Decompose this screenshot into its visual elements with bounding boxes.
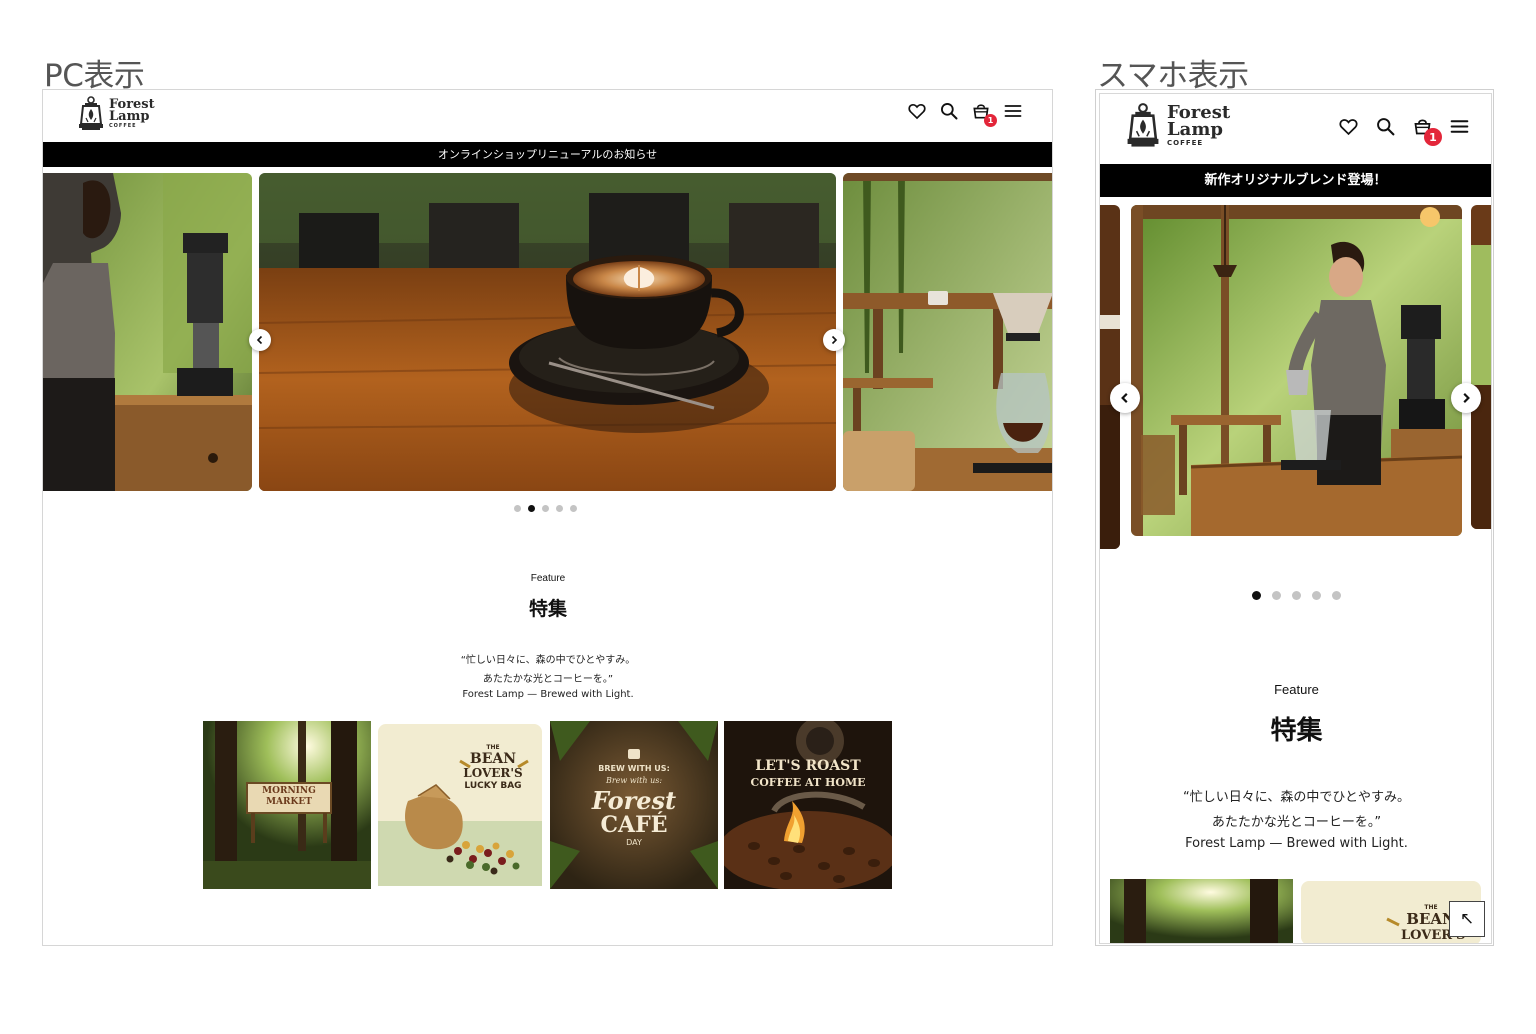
feature-title: 特集 (528, 598, 567, 620)
tile-text-lovers: LOVER'S (463, 766, 523, 780)
sp-brand-logo[interactable]: Forest Lamp COFFEE (1125, 102, 1230, 150)
tile-text-cafe: CAFÉ (600, 812, 668, 838)
sp-carousel-dot-1[interactable] (1252, 591, 1261, 600)
feature-tile-bean-lovers[interactable]: THE BEAN LOVER'S LUCKY BAG (378, 721, 542, 889)
feature-tile-forest-cafe[interactable]: BREW WITH US: Brew with us: Forest CAFÉ … (550, 721, 718, 889)
sp-chevron-right-icon (1463, 393, 1470, 403)
tile-text-bean: BEAN (469, 751, 517, 767)
sp-feature-eyebrow: Feature (1274, 682, 1319, 697)
sp-carousel-prev-button[interactable] (1110, 383, 1140, 413)
sp-feature-quote-line-3: Forest Lamp — Brewed with Light. (1185, 836, 1408, 851)
tile-text-morning: MORNING (262, 786, 316, 796)
brand-name-line2: Lamp (109, 109, 150, 124)
tile-text-coffee-at-home: COFFEE AT HOME (750, 776, 866, 789)
carousel-dot-1[interactable] (514, 505, 521, 512)
pc-preview-frame: Forest Lamp COFFEE 1 オンラインショップリニューアルのお知ら… (42, 89, 1053, 946)
sp-carousel-next-button[interactable] (1451, 383, 1481, 413)
sp-feature-quote-line-1: “忙しい日々に、森の中でひとやすみ。 (1183, 790, 1410, 805)
cart-icon[interactable]: 1 (971, 101, 997, 127)
sp-lantern-icon (1127, 103, 1159, 147)
sp-carousel-slide-prev[interactable] (1100, 205, 1120, 549)
sp-carousel-slide-next[interactable] (1471, 205, 1491, 529)
sp-brand-name-line2: Lamp (1167, 119, 1223, 140)
carousel-slide-active[interactable] (259, 173, 836, 491)
feature-tile-lets-roast[interactable]: LET'S ROAST COFFEE AT HOME (724, 721, 892, 889)
sp-chevron-left-icon (1121, 393, 1128, 403)
sp-carousel-dot-4[interactable] (1312, 591, 1321, 600)
notice-text: オンラインショップリニューアルのお知らせ (437, 148, 658, 161)
sp-notice-bar[interactable]: 新作オリジナルブレンド登場！ (1100, 164, 1491, 197)
sp-carousel-dot-2[interactable] (1272, 591, 1281, 600)
feature-eyebrow: Feature (530, 573, 566, 584)
tile-text-lets-roast: LET'S ROAST (755, 758, 861, 774)
menu-icon[interactable] (1003, 101, 1023, 121)
feature-quote-line-2: あたたかな光とコーヒーを。” (482, 674, 614, 685)
carousel-dot-5[interactable] (570, 505, 577, 512)
carousel-dots (514, 505, 577, 512)
header-actions: 1 (907, 101, 1023, 127)
sp-search-icon[interactable] (1375, 116, 1396, 137)
sp-feature-title: 特集 (1270, 716, 1323, 746)
sp-cart-icon[interactable]: 1 (1412, 116, 1442, 146)
feature-quote-line-1: “忙しい日々に、森の中でひとやすみ。 (460, 655, 636, 666)
carousel-next-button[interactable] (823, 329, 845, 351)
tile-text-market: MARKET (266, 797, 312, 807)
feature-quote-line-3: Forest Lamp — Brewed with Light. (462, 689, 634, 700)
carousel-dot-3[interactable] (542, 505, 549, 512)
sp-feature-tile-1[interactable] (1110, 879, 1293, 943)
sp-carousel-dot-5[interactable] (1332, 591, 1341, 600)
carousel-prev-button[interactable] (249, 329, 271, 351)
cart-count-badge: 1 (984, 114, 997, 127)
site-header: Forest Lamp COFFEE 1 (43, 90, 1052, 142)
arrow-up-left-icon: ↖ (1459, 909, 1475, 929)
sp-header-actions: 1 (1338, 116, 1470, 146)
sp-carousel-slide-active[interactable] (1131, 205, 1462, 536)
lantern-icon (79, 96, 103, 130)
chevron-right-icon (831, 335, 838, 345)
tile-text-day: DAY (626, 838, 642, 847)
sp-menu-icon[interactable] (1449, 116, 1470, 137)
sp-carousel-dot-3[interactable] (1292, 591, 1301, 600)
brand-logo[interactable]: Forest Lamp COFFEE (77, 96, 155, 132)
scroll-to-top-button[interactable]: ↖ (1449, 901, 1485, 937)
feature-tile-morning-market[interactable]: MORNING MARKET (203, 721, 371, 889)
sp-cart-count-badge: 1 (1424, 128, 1442, 146)
chevron-left-icon (256, 335, 263, 345)
sp-heart-icon[interactable] (1338, 116, 1359, 137)
sp-preview-frame: Forest Lamp COFFEE 1 新作オリジナルブレンド登場！ Feat… (1095, 89, 1494, 946)
carousel-slide-next[interactable] (843, 173, 1052, 491)
sp-viewport: Forest Lamp COFFEE 1 新作オリジナルブレンド登場！ Feat… (1099, 93, 1492, 944)
heart-icon[interactable] (907, 101, 927, 121)
tile-text-forest: Forest (591, 786, 677, 815)
notice-bar[interactable]: オンラインショップリニューアルのお知らせ (43, 142, 1052, 167)
carousel-slide-prev[interactable] (43, 173, 252, 491)
carousel-dot-4[interactable] (556, 505, 563, 512)
search-icon[interactable] (939, 101, 959, 121)
carousel-dot-2[interactable] (528, 505, 535, 512)
sp-carousel-dots (1252, 591, 1341, 600)
tile-text-brew-script: Brew with us: (605, 776, 663, 785)
tile-text-lucky-bag: LUCKY BAG (464, 781, 522, 791)
sp-feature-quote-line-2: あたたかな光とコーヒーを。” (1211, 815, 1382, 830)
tile-text-brew-caps: BREW WITH US: (598, 764, 670, 773)
sp-notice-text: 新作オリジナルブレンド登場！ (1204, 173, 1387, 188)
